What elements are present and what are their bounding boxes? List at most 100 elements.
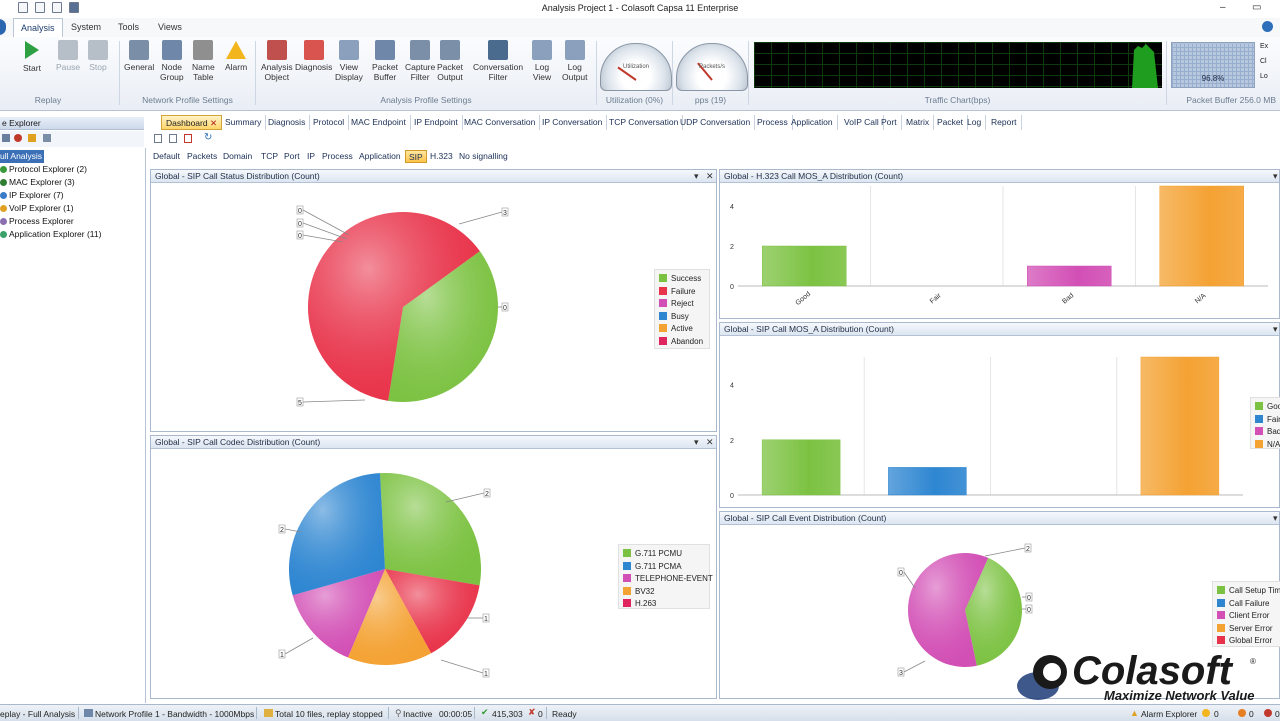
subtab-sip[interactable]: SIP — [405, 150, 427, 163]
status-capture: Inactive — [403, 709, 433, 719]
tab-mac-endpoint[interactable]: MAC Endpoint — [347, 115, 411, 130]
bar-n-a[interactable] — [1159, 185, 1244, 287]
bar-n-a[interactable] — [1140, 356, 1220, 496]
legend-swatch — [1217, 623, 1225, 632]
start-button[interactable]: Start — [23, 40, 41, 73]
explorer-item-label: Protocol Explorer (2) — [9, 164, 87, 174]
node-group-button[interactable]: Node Group — [160, 40, 184, 82]
panel-close-icon[interactable]: ✕ — [706, 170, 714, 183]
subtab-process[interactable]: Process — [322, 150, 353, 163]
legend-label: Reject — [671, 299, 694, 308]
capture-filter-icon — [410, 40, 431, 60]
tab-diagnosis[interactable]: Diagnosis — [264, 115, 311, 130]
export-button[interactable]: Ex — [1260, 43, 1268, 58]
menu-views[interactable]: Views — [158, 22, 182, 32]
general-button[interactable]: General — [124, 40, 154, 72]
remove-chart-icon[interactable] — [184, 134, 192, 143]
explorer-item-ip-explorer-7[interactable]: IP Explorer (7) — [0, 189, 64, 202]
subtab-domain[interactable]: Domain — [223, 150, 252, 163]
legend-label: BV32 — [635, 586, 655, 596]
subtab-ip[interactable]: IP — [307, 150, 315, 163]
bar-fair[interactable] — [888, 467, 967, 496]
explorer-item-protocol-explorer-2[interactable]: Protocol Explorer (2) — [0, 163, 87, 176]
stop-button[interactable]: Stop — [88, 40, 108, 72]
tab-ip-endpoint[interactable]: IP Endpoint — [410, 115, 463, 130]
explorer-item-voip-explorer-1[interactable]: VoIP Explorer (1) — [0, 202, 74, 215]
bar-bad[interactable] — [1027, 265, 1112, 287]
capture-filter-button[interactable]: Capture Filter — [405, 40, 435, 82]
tab-ip-conversation[interactable]: IP Conversation — [538, 115, 608, 130]
network-icon[interactable] — [14, 134, 22, 142]
tab-label: Port — [881, 117, 897, 127]
subtab-tcp[interactable]: TCP — [261, 150, 278, 163]
packet-output-button[interactable]: Packet Output — [437, 40, 463, 82]
explorer-item-ull-analysis[interactable]: ull Analysis — [0, 150, 45, 163]
button-label: Pause — [56, 62, 81, 72]
tab-udp-conversation[interactable]: UDP Conversation — [676, 115, 756, 130]
settings-icon[interactable] — [43, 134, 51, 142]
subtab-no-signalling[interactable]: No signalling — [459, 150, 508, 163]
conversation-filter-button[interactable]: Conversation Filter — [473, 40, 523, 82]
panel-menu-icon[interactable]: ▾ — [694, 436, 699, 449]
tab-dashboard[interactable]: Dashboard ✕ — [161, 115, 223, 130]
tab-report[interactable]: Report — [987, 115, 1022, 130]
packet-buffer-button[interactable]: Packet Buffer — [372, 40, 398, 82]
menu-system[interactable]: System — [71, 22, 101, 32]
traffic-area — [1132, 44, 1158, 88]
explorer-item-application-explorer-11[interactable]: Application Explorer (11) — [0, 228, 101, 241]
alarm-bell-icon[interactable]: ▲ — [1130, 708, 1139, 718]
panel-menu-icon[interactable]: ▾ — [1273, 512, 1278, 525]
tree-icon[interactable] — [2, 134, 10, 142]
subtab-packets[interactable]: Packets — [187, 150, 217, 163]
tab-log[interactable]: Log — [963, 115, 987, 130]
explorer-item-process-explorer[interactable]: Process Explorer — [0, 215, 74, 228]
log-button[interactable]: Lo — [1260, 73, 1268, 88]
tab-tcp-conversation[interactable]: TCP Conversation — [605, 115, 684, 130]
subtab-application[interactable]: Application — [359, 150, 401, 163]
callout-value: 0 — [1027, 607, 1031, 614]
legend-swatch — [659, 299, 667, 307]
subtab-port[interactable]: Port — [284, 150, 300, 163]
alarm-filter-icon[interactable] — [28, 134, 36, 142]
status-alarm-explorer[interactable]: Alarm Explorer — [1141, 709, 1197, 719]
alarm-button[interactable]: Alarm — [225, 40, 247, 72]
refresh-icon[interactable]: ↻ — [204, 132, 212, 143]
panel-close-icon[interactable]: ✕ — [706, 436, 714, 449]
view-display-button[interactable]: View Display — [335, 40, 363, 82]
log-view-button[interactable]: Log View — [532, 40, 552, 82]
name-table-button[interactable]: Name Table — [192, 40, 215, 82]
layout-icon[interactable] — [154, 134, 162, 143]
bar-good[interactable] — [761, 439, 841, 496]
diagnosis-button[interactable]: Diagnosis — [295, 40, 332, 72]
menu-analysis[interactable]: Analysis — [13, 18, 63, 37]
minimize-icon[interactable]: – — [1220, 2, 1226, 13]
tab-port[interactable]: Port — [877, 115, 902, 130]
grid-layout-icon[interactable] — [169, 134, 177, 143]
help-icon[interactable] — [1262, 21, 1273, 32]
tab-mac-conversation[interactable]: MAC Conversation — [460, 115, 541, 130]
callout-value: 0 — [503, 305, 507, 312]
app-orb-icon[interactable] — [0, 19, 6, 35]
explorer-item-mac-explorer-3[interactable]: MAC Explorer (3) — [0, 176, 75, 189]
maximize-icon[interactable]: ▭ — [1252, 2, 1261, 13]
legend-swatch — [1255, 402, 1263, 410]
panel-menu-icon[interactable]: ▾ — [1273, 170, 1278, 183]
clear-button[interactable]: Cl — [1260, 58, 1268, 73]
log-output-button[interactable]: Log Output — [562, 40, 588, 82]
tab-summary[interactable]: Summary — [221, 115, 267, 130]
tab-close-icon[interactable]: ✕ — [208, 118, 217, 128]
subtab-default[interactable]: Default — [153, 150, 180, 163]
panel-menu-icon[interactable]: ▾ — [694, 170, 699, 183]
explorer-item-label: MAC Explorer (3) — [9, 177, 75, 187]
subtab-h-323[interactable]: H.323 — [430, 150, 453, 163]
sip-codec-legend: G.711 PCMU G.711 PCMA TELEPHONE-EVENT BV32 H… — [618, 544, 713, 609]
analysis-object-button[interactable]: Analysis Object — [261, 40, 293, 82]
pause-button[interactable]: Pause — [56, 40, 80, 72]
tab-matrix[interactable]: Matrix — [902, 115, 935, 130]
panel-menu-icon[interactable]: ▾ — [1273, 323, 1278, 336]
tab-application[interactable]: Application — [787, 115, 838, 130]
tab-label: IP Conversation — [542, 117, 603, 127]
menu-tools[interactable]: Tools — [118, 22, 139, 32]
tab-protocol[interactable]: Protocol — [309, 115, 350, 130]
bar-good[interactable] — [762, 245, 847, 287]
